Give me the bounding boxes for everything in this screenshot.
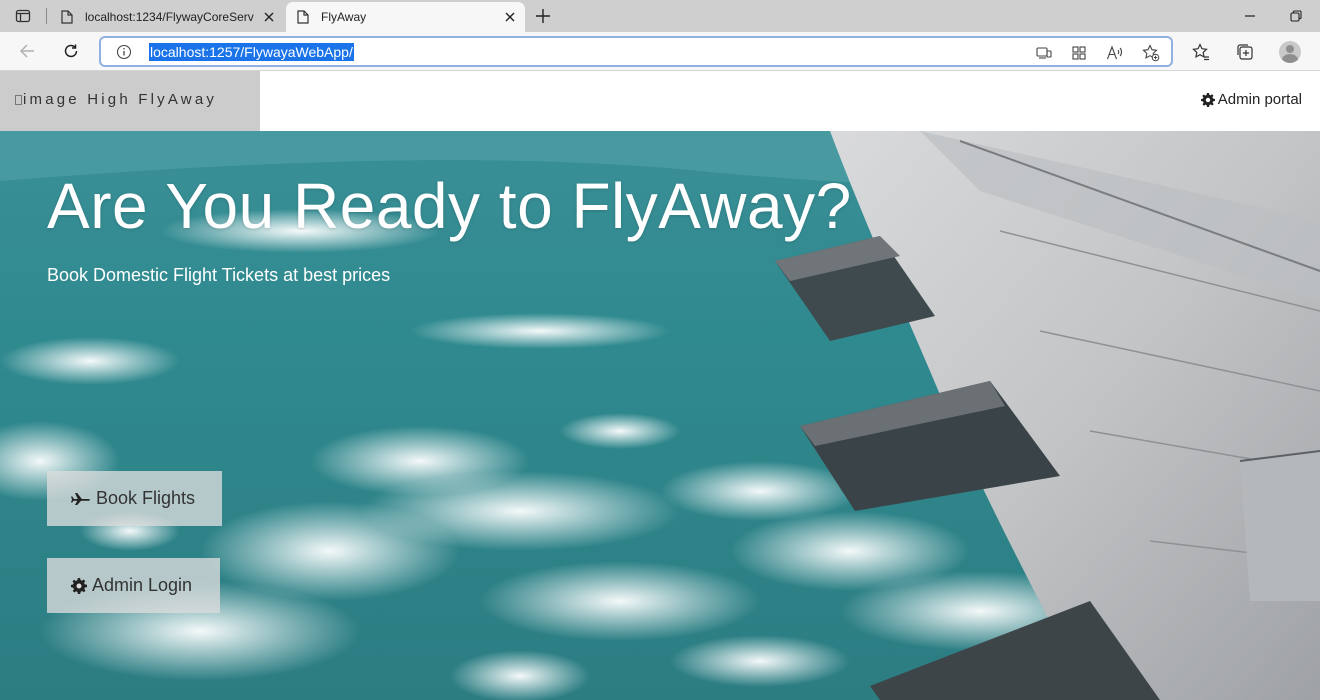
tab-title: FlyAway bbox=[321, 10, 367, 24]
brand-image-alt: image bbox=[23, 91, 80, 108]
restore-icon[interactable] bbox=[1282, 6, 1310, 26]
admin-portal-label: Admin portal bbox=[1217, 91, 1302, 108]
browser-tab-strip: localhost:1234/FlywayCoreServ FlyAway bbox=[0, 0, 1320, 32]
tab-flywaycore[interactable]: localhost:1234/FlywayCoreServ bbox=[50, 2, 284, 32]
close-icon[interactable] bbox=[262, 10, 276, 24]
book-flights-button[interactable]: Book Flights bbox=[47, 471, 222, 526]
favorites-icon[interactable] bbox=[1190, 41, 1212, 63]
web-page: image High FlyAway Admin portal Are You … bbox=[0, 71, 1320, 700]
hero-subtitle: Book Domestic Flight Tickets at best pri… bbox=[47, 265, 391, 285]
gear-icon bbox=[71, 577, 87, 594]
admin-portal-link[interactable]: Admin portal bbox=[1200, 91, 1302, 108]
page-icon bbox=[295, 9, 311, 25]
brand-logo[interactable]: image High FlyAway bbox=[15, 91, 217, 108]
brand-name: High FlyAway bbox=[87, 91, 218, 108]
device-icon[interactable] bbox=[1034, 43, 1054, 63]
back-arrow-icon[interactable] bbox=[14, 39, 40, 63]
read-aloud-icon[interactable] bbox=[1105, 43, 1125, 63]
page-icon bbox=[59, 9, 75, 25]
browser-toolbar: localhost:1257/FlywayaWebApp/ bbox=[0, 32, 1320, 71]
tab-flyaway[interactable]: FlyAway bbox=[286, 2, 525, 32]
address-bar[interactable]: localhost:1257/FlywayaWebApp/ bbox=[99, 36, 1173, 67]
profile-avatar-icon[interactable] bbox=[1279, 41, 1301, 63]
admin-login-button[interactable]: Admin Login bbox=[47, 558, 220, 613]
book-flights-label: Book Flights bbox=[96, 488, 196, 508]
collections-icon[interactable] bbox=[1234, 41, 1256, 63]
site-navbar: image High FlyAway Admin portal bbox=[0, 71, 1320, 131]
brand-area[interactable]: image High FlyAway bbox=[0, 71, 260, 131]
broken-image-icon bbox=[15, 95, 22, 105]
tab-actions-icon[interactable] bbox=[8, 5, 38, 27]
add-favorite-star-icon[interactable] bbox=[1141, 43, 1161, 63]
apps-grid-icon[interactable] bbox=[1069, 43, 1089, 63]
gear-icon bbox=[1200, 92, 1215, 107]
info-icon[interactable] bbox=[115, 43, 133, 61]
hero-title: Are You Ready to FlyAway? bbox=[47, 170, 852, 242]
refresh-icon[interactable] bbox=[58, 39, 84, 63]
plane-icon bbox=[71, 492, 91, 506]
url-text[interactable]: localhost:1257/FlywayaWebApp/ bbox=[149, 43, 354, 61]
admin-login-label: Admin Login bbox=[92, 575, 193, 595]
tab-title: localhost:1234/FlywayCoreServ bbox=[85, 10, 254, 24]
tab-separator bbox=[46, 8, 47, 24]
minimize-icon[interactable] bbox=[1236, 6, 1264, 26]
hero-section: Are You Ready to FlyAway? Book Domestic … bbox=[0, 131, 1320, 700]
new-tab-plus-icon[interactable] bbox=[532, 6, 554, 26]
close-icon[interactable] bbox=[503, 10, 517, 24]
